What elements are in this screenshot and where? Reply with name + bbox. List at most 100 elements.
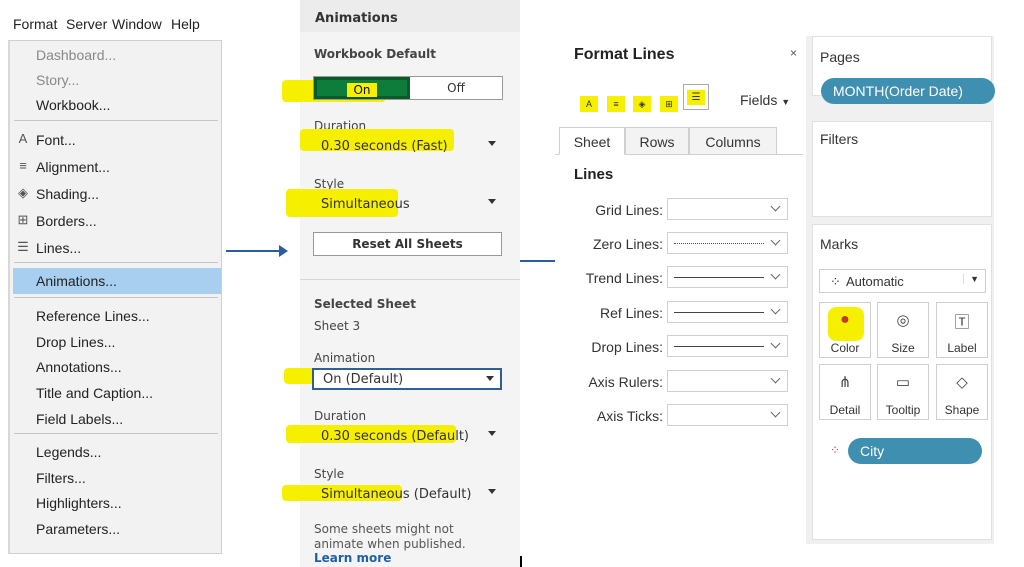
grid-lines-dropdown[interactable]: [667, 198, 788, 220]
city-pill[interactable]: City: [848, 438, 982, 464]
fields-dropdown[interactable]: Fields ▼: [740, 92, 790, 108]
menu-item-label: Annotations...: [36, 359, 122, 375]
menu-item-field-labels[interactable]: Field Labels...: [10, 406, 220, 432]
style-value: Simultaneous: [321, 197, 410, 212]
chevron-down-icon: [488, 199, 496, 204]
mark-type-value: Automatic: [846, 274, 904, 289]
menu-item-alignment[interactable]: ≡ Alignment...: [10, 154, 220, 180]
reset-all-sheets-button[interactable]: Reset All Sheets: [313, 232, 502, 256]
menubar-server[interactable]: Server: [66, 16, 107, 32]
menubar-format[interactable]: Format: [13, 16, 57, 32]
menu-bar: Format Server Window Help: [0, 10, 225, 38]
learn-more-link[interactable]: Learn more: [314, 551, 391, 565]
menu-item-legends[interactable]: Legends...: [10, 439, 220, 465]
menubar-window[interactable]: Window: [112, 16, 162, 32]
menu-item-highlighters[interactable]: Highlighters...: [10, 490, 220, 516]
borders-format-icon[interactable]: ⊞: [660, 96, 678, 112]
sheet-style-dropdown[interactable]: Simultaneous (Default): [312, 483, 502, 505]
menu-item-story[interactable]: Story...: [10, 67, 220, 93]
alignment-format-icon[interactable]: ≡: [607, 96, 625, 112]
line-row-drop: Drop Lines:: [555, 335, 805, 359]
toggle-off[interactable]: Off: [410, 77, 502, 99]
font-format-icon[interactable]: A: [580, 96, 598, 112]
lines-format-icon[interactable]: ☰: [683, 84, 709, 110]
menu-item-reference-lines[interactable]: Reference Lines...: [10, 303, 220, 329]
menu-item-label: Alignment...: [36, 159, 110, 175]
menu-item-drop-lines[interactable]: Drop Lines...: [10, 329, 220, 355]
menubar-help[interactable]: Help: [171, 16, 200, 32]
caret-down-icon: ▼: [781, 97, 791, 107]
chevron-down-icon: [770, 407, 781, 418]
button-label: Tooltip: [885, 403, 921, 417]
style-dropdown[interactable]: Simultaneous: [312, 193, 502, 215]
chevron-down-icon: [770, 373, 781, 384]
tooltip-button[interactable]: ▭ Tooltip: [877, 364, 929, 420]
menu-item-animations[interactable]: Animations...: [13, 268, 221, 294]
shading-format-icon[interactable]: ◈: [633, 96, 651, 112]
button-label: Size: [891, 341, 915, 355]
sheet-duration-label: Duration: [314, 409, 367, 423]
animation-toggle[interactable]: On Off: [313, 76, 503, 100]
toggle-on[interactable]: On: [314, 77, 410, 99]
label-icon: 🅃: [954, 314, 970, 331]
menu-item-parameters[interactable]: Parameters...: [10, 516, 220, 542]
format-lines-panel: Format Lines × A ≡ ◈ ⊞ ☰ Fields ▼ Sheet …: [555, 36, 805, 556]
color-button[interactable]: ● Color: [819, 302, 871, 358]
panel-header: Animations: [300, 0, 520, 32]
line-row-label: Axis Ticks:: [596, 408, 663, 424]
menu-item-dashboard[interactable]: Dashboard...: [10, 42, 220, 68]
label-button[interactable]: 🅃 Label: [936, 302, 988, 358]
chevron-down-icon: [770, 201, 781, 212]
chevron-down-icon: [486, 376, 494, 381]
menu-item-lines[interactable]: ☰ Lines...: [10, 235, 220, 261]
close-icon[interactable]: ×: [790, 46, 797, 60]
line-row-ref: Ref Lines:: [555, 301, 805, 325]
menu-item-workbook[interactable]: Workbook...: [10, 92, 220, 118]
lines-section-title: Lines: [574, 166, 614, 183]
tab-rows[interactable]: Rows: [625, 127, 689, 155]
menu-item-label: Workbook...: [36, 97, 111, 113]
animation-dropdown[interactable]: On (Default): [312, 368, 502, 390]
tab-sheet[interactable]: Sheet: [559, 127, 625, 155]
button-label: Label: [947, 341, 977, 355]
ref-lines-dropdown[interactable]: [667, 301, 788, 323]
filters-title: Filters: [820, 131, 859, 147]
button-label: Color: [830, 341, 860, 355]
color-legend-icon: ⁘: [830, 443, 841, 457]
zero-lines-dropdown[interactable]: [667, 232, 788, 254]
panel-title: Animations: [315, 11, 398, 26]
menu-item-label: Parameters...: [36, 521, 121, 537]
menu-item-borders[interactable]: ⊞ Borders...: [10, 208, 220, 234]
mark-type-dropdown[interactable]: ⁘ Automatic ▼: [819, 269, 986, 293]
tooltip-icon: ▭: [895, 374, 911, 391]
menu-item-label: Reference Lines...: [36, 308, 150, 324]
shading-icon: ◈: [18, 185, 28, 200]
detail-button[interactable]: ⋔ Detail: [819, 364, 871, 420]
automatic-icon: ⁘: [830, 274, 841, 289]
menu-item-title-caption[interactable]: Title and Caption...: [10, 380, 220, 406]
duration-dropdown[interactable]: 0.30 seconds (Fast): [312, 135, 502, 157]
animation-value: On (Default): [323, 372, 404, 387]
trend-lines-dropdown[interactable]: [667, 266, 788, 288]
sheet-style-value: Simultaneous (Default): [321, 487, 472, 502]
format-menu: Dashboard... Story... Workbook... A Font…: [8, 40, 222, 554]
line-row-label: Zero Lines:: [592, 236, 663, 252]
pages-pill[interactable]: MONTH(Order Date): [821, 78, 995, 104]
drop-lines-dropdown[interactable]: [667, 335, 788, 357]
chevron-down-icon: [488, 431, 496, 436]
menu-item-shading[interactable]: ◈ Shading...: [10, 181, 220, 207]
size-button[interactable]: ◎ Size: [877, 302, 929, 358]
shape-button[interactable]: ◇ Shape: [936, 364, 988, 420]
sheet-style-label: Style: [314, 467, 345, 481]
menu-item-filters[interactable]: Filters...: [10, 465, 220, 491]
axis-rulers-dropdown[interactable]: [667, 370, 788, 392]
sheet-duration-dropdown[interactable]: 0.30 seconds (Default): [312, 425, 502, 447]
menu-item-annotations[interactable]: Annotations...: [10, 354, 220, 380]
menu-item-label: Story...: [36, 72, 80, 88]
sheet-duration-value: 0.30 seconds (Default): [321, 429, 469, 444]
size-icon: ◎: [896, 312, 910, 329]
menu-item-font[interactable]: A Font...: [10, 127, 220, 153]
tab-columns[interactable]: Columns: [689, 127, 777, 155]
axis-ticks-dropdown[interactable]: [667, 404, 788, 426]
publish-note: Some sheets might not animate when publi…: [314, 522, 466, 551]
